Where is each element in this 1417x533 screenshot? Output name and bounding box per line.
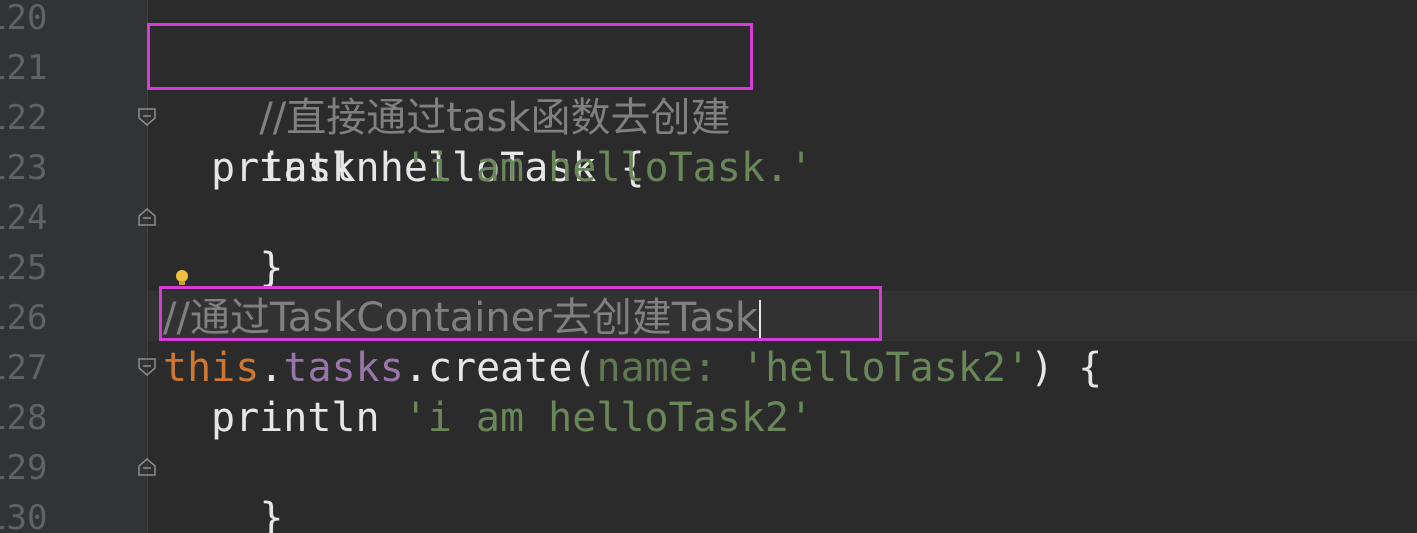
code-line-128[interactable]: println 'i am helloTask2' [163, 393, 813, 443]
code-call: println [211, 145, 380, 191]
annotation-box [159, 286, 882, 341]
code-line-123[interactable]: println 'i am helloTask.' [163, 143, 813, 193]
line-number: 124 [0, 198, 48, 238]
code-call: println [211, 395, 380, 441]
code-string: 'helloTask2' [741, 345, 1031, 391]
fold-icon[interactable] [136, 106, 158, 128]
line-number: 127 [0, 348, 48, 388]
line-number: 123 [0, 148, 48, 188]
line-number: 122 [0, 98, 48, 138]
fold-icon[interactable] [136, 456, 158, 478]
code-line-127[interactable]: this.tasks.create(name: 'helloTask2') { [163, 343, 1102, 393]
line-number: 120 [0, 0, 48, 38]
code-string: 'i am helloTask.' [403, 145, 814, 191]
code-editor[interactable]: 120 121 122 123 124 125 126 127 128 129 … [0, 0, 1417, 533]
line-number: 125 [0, 248, 48, 288]
line-number: 130 [0, 498, 48, 533]
code-keyword: this [163, 345, 260, 391]
line-number: 121 [0, 48, 48, 88]
fold-icon[interactable] [136, 206, 158, 228]
code-close: ) { [1030, 345, 1103, 391]
line-number: 128 [0, 398, 48, 438]
code-field: tasks [283, 345, 404, 391]
code-param-name: name: [596, 345, 717, 391]
annotation-box [147, 23, 753, 90]
code-line-129[interactable]: } [163, 443, 283, 533]
code-dot: . [403, 345, 428, 391]
code-method: create( [427, 345, 597, 391]
code-text: } [259, 245, 284, 291]
line-number: 126 [0, 298, 48, 338]
code-dot: . [259, 345, 284, 391]
line-number-gutter: 120 121 122 123 124 125 126 127 128 129 … [0, 0, 147, 533]
code-line-122[interactable]: task helloTask { [163, 93, 644, 191]
line-number: 129 [0, 448, 48, 488]
code-text: } [259, 495, 284, 533]
code-string: 'i am helloTask2' [403, 395, 814, 441]
fold-icon[interactable] [136, 356, 158, 378]
code-line-124[interactable]: } [163, 193, 283, 291]
